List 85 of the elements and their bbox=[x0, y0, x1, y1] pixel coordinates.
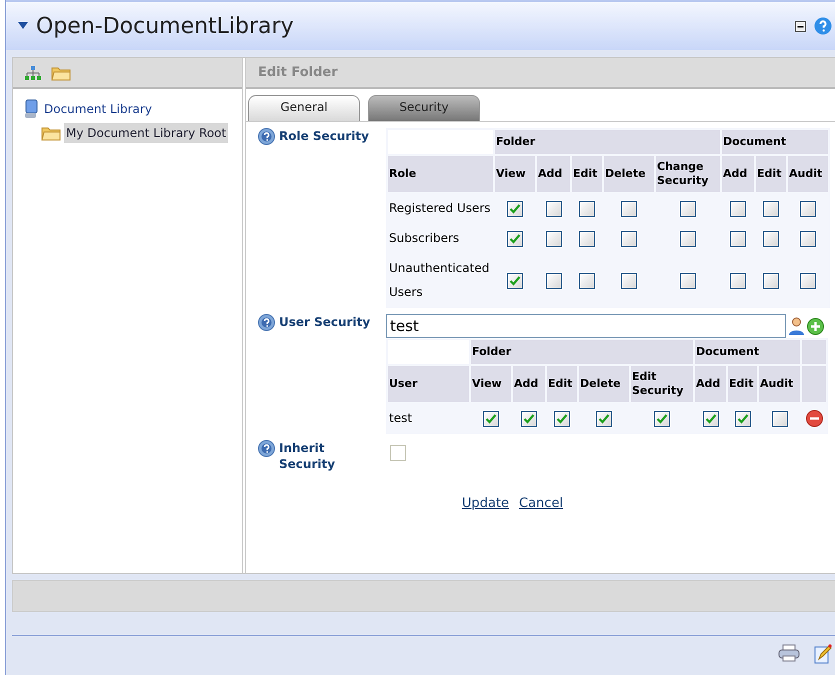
column-header: View bbox=[471, 366, 511, 402]
help-icon[interactable] bbox=[258, 440, 275, 457]
checkbox[interactable] bbox=[596, 410, 612, 427]
checkbox[interactable] bbox=[680, 200, 696, 217]
column-header: Role bbox=[388, 156, 493, 192]
table-cell-text: Subscribers bbox=[388, 230, 460, 247]
sitemap-icon[interactable] bbox=[25, 66, 41, 80]
checkbox[interactable] bbox=[730, 230, 746, 247]
checkbox[interactable] bbox=[554, 410, 570, 427]
edit-icon[interactable] bbox=[814, 644, 832, 664]
user-field[interactable]: test bbox=[386, 314, 786, 338]
tree-item[interactable]: My Document Library Root bbox=[64, 123, 228, 143]
column-header: User bbox=[388, 366, 469, 402]
folder-icon bbox=[51, 64, 71, 80]
column-header: Add bbox=[722, 156, 754, 192]
checkbox[interactable] bbox=[730, 272, 746, 289]
checkbox[interactable] bbox=[546, 200, 562, 217]
checkbox[interactable] bbox=[579, 200, 595, 217]
column-header: Edit bbox=[756, 156, 786, 192]
column-header: Edit bbox=[547, 366, 577, 402]
column-header: Edit bbox=[572, 156, 602, 192]
checkbox[interactable] bbox=[621, 272, 637, 289]
section-label: Inherit Security bbox=[279, 440, 336, 472]
column-group-header: Folder bbox=[471, 340, 694, 364]
column-group-header: Document bbox=[722, 130, 828, 154]
tab[interactable]: Security bbox=[368, 95, 480, 121]
checkbox[interactable] bbox=[763, 272, 780, 289]
column-header: Delete bbox=[604, 156, 654, 192]
remove-icon[interactable] bbox=[806, 410, 823, 428]
column-header: Audit bbox=[759, 366, 800, 402]
table-cell-text: Registered Users bbox=[388, 200, 492, 217]
column-header: Edit Security bbox=[631, 366, 694, 402]
minimize-icon[interactable] bbox=[795, 20, 806, 32]
table-cell-text: test bbox=[388, 410, 414, 427]
help-icon[interactable] bbox=[258, 128, 275, 145]
panel-title: Edit Folder bbox=[258, 65, 338, 80]
section-label: User Security bbox=[279, 314, 372, 330]
computer-icon bbox=[23, 99, 39, 119]
checkbox[interactable] bbox=[546, 230, 562, 247]
column-group-header: Document bbox=[695, 340, 800, 364]
checkbox[interactable] bbox=[800, 230, 816, 247]
checkbox[interactable] bbox=[507, 200, 523, 217]
column-header: Add bbox=[537, 156, 570, 192]
checkbox[interactable] bbox=[772, 410, 788, 427]
checkbox[interactable] bbox=[800, 272, 816, 289]
column-header: Audit bbox=[788, 156, 828, 192]
module-title: Open-DocumentLibrary bbox=[36, 14, 295, 38]
user-icon[interactable] bbox=[788, 317, 805, 335]
checkbox[interactable] bbox=[507, 230, 523, 247]
help-icon[interactable] bbox=[814, 17, 832, 35]
checkbox[interactable] bbox=[734, 410, 751, 427]
action-link[interactable]: Update bbox=[462, 496, 510, 511]
column-header: Change Security bbox=[656, 156, 720, 192]
help-icon[interactable] bbox=[258, 314, 275, 331]
checkbox[interactable] bbox=[702, 410, 719, 427]
tree-item[interactable]: Document Library bbox=[42, 99, 154, 119]
checkbox[interactable] bbox=[763, 200, 780, 217]
column-header: Add bbox=[513, 366, 545, 402]
tab[interactable]: General bbox=[248, 95, 360, 121]
add-icon[interactable] bbox=[807, 318, 824, 334]
checkbox[interactable] bbox=[521, 410, 537, 427]
checkbox[interactable] bbox=[730, 200, 746, 217]
column-header: Edit bbox=[728, 366, 758, 402]
checkbox[interactable] bbox=[579, 272, 595, 289]
section-label: Role Security bbox=[279, 128, 370, 144]
checkbox[interactable] bbox=[546, 272, 562, 289]
folder-icon bbox=[41, 125, 61, 141]
checkbox[interactable] bbox=[579, 230, 595, 247]
column-header: Add bbox=[695, 366, 726, 402]
collapse-arrow-icon[interactable] bbox=[18, 22, 28, 30]
checkbox[interactable] bbox=[621, 200, 637, 217]
column-header: Delete bbox=[579, 366, 629, 402]
action-link[interactable]: Cancel bbox=[519, 496, 564, 511]
checkbox[interactable] bbox=[654, 410, 670, 427]
table-cell-text: Unauthenticated Users bbox=[388, 260, 490, 301]
checkbox[interactable] bbox=[800, 200, 816, 217]
checkbox[interactable] bbox=[680, 272, 696, 289]
printer-icon[interactable] bbox=[778, 644, 800, 662]
checkbox[interactable] bbox=[680, 230, 696, 247]
column-group-header: Folder bbox=[495, 130, 720, 154]
checkbox[interactable] bbox=[621, 230, 637, 247]
checkbox[interactable] bbox=[507, 272, 523, 289]
checkbox[interactable] bbox=[483, 410, 499, 427]
checkbox[interactable] bbox=[763, 230, 780, 247]
column-header: View bbox=[495, 156, 535, 192]
